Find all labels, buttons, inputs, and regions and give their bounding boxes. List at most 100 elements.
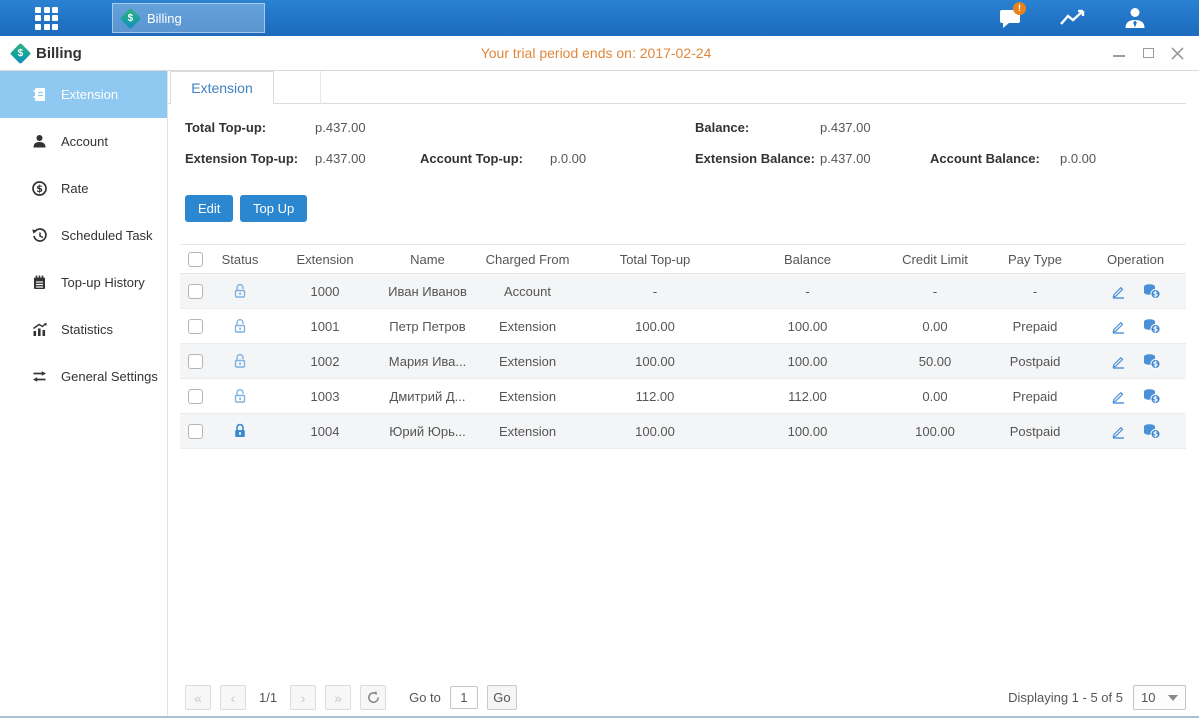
cell-name: Мария Ива... xyxy=(380,354,475,369)
sidebar: Extension Account $ Rate Scheduled Task … xyxy=(0,71,168,718)
clock-history-icon xyxy=(31,227,48,244)
user-account-icon[interactable] xyxy=(1119,5,1151,31)
last-page-button[interactable]: » xyxy=(325,685,351,710)
close-icon[interactable] xyxy=(1169,45,1185,61)
edit-row-icon[interactable] xyxy=(1110,388,1127,405)
table-row: 1002 Мария Ива... Extension 100.00 100.0… xyxy=(180,344,1186,379)
row-checkbox[interactable] xyxy=(188,319,203,334)
cell-credit-limit: - xyxy=(885,284,985,299)
top-bar: $ Billing ! xyxy=(0,0,1199,36)
cell-name: Дмитрий Д... xyxy=(380,389,475,404)
extension-balance-label: Extension Balance: xyxy=(695,151,815,166)
lock-open-icon[interactable] xyxy=(231,317,249,335)
cell-balance: - xyxy=(730,284,885,299)
cell-charged-from: Extension xyxy=(475,319,580,334)
first-page-button[interactable]: « xyxy=(185,685,211,710)
next-page-button[interactable]: › xyxy=(290,685,316,710)
window-controls xyxy=(1111,45,1185,61)
sidebar-item-extension[interactable]: Extension xyxy=(0,71,167,118)
lock-closed-icon[interactable] xyxy=(231,422,249,440)
next-page-icon: › xyxy=(301,690,306,706)
col-credit-limit: Credit Limit xyxy=(885,252,985,267)
person-icon xyxy=(31,133,48,150)
col-operation: Operation xyxy=(1085,252,1186,267)
edit-row-icon[interactable] xyxy=(1110,423,1127,440)
cell-extension: 1001 xyxy=(270,319,380,334)
lock-open-icon[interactable] xyxy=(231,282,249,300)
sidebar-item-topup-history[interactable]: Top-up History xyxy=(0,259,167,306)
app-grid-menu-icon[interactable] xyxy=(35,7,58,30)
trial-notice: Your trial period ends on: 2017-02-24 xyxy=(481,45,712,61)
taskbar-tab-billing[interactable]: $ Billing xyxy=(112,3,265,33)
window-title-text: Billing xyxy=(36,45,82,62)
cell-credit-limit: 0.00 xyxy=(885,389,985,404)
goto-page-input[interactable] xyxy=(450,686,478,709)
top-up-row-icon[interactable]: $ xyxy=(1142,387,1161,405)
edit-row-icon[interactable] xyxy=(1110,283,1127,300)
refresh-button[interactable] xyxy=(360,685,386,710)
messages-icon[interactable]: ! xyxy=(995,5,1027,31)
cell-name: Петр Петров xyxy=(380,319,475,334)
row-checkbox[interactable] xyxy=(188,354,203,369)
main-content: Extension Total Top-up: p.437.00 Balance… xyxy=(168,71,1199,718)
row-checkbox[interactable] xyxy=(188,424,203,439)
cell-pay-type: - xyxy=(985,284,1085,299)
col-name: Name xyxy=(380,252,475,267)
prev-page-icon: ‹ xyxy=(231,690,236,706)
billing-diamond-icon: $ xyxy=(120,7,141,28)
sidebar-item-label: Rate xyxy=(61,181,88,196)
page-size-value: 10 xyxy=(1141,690,1155,705)
cell-credit-limit: 0.00 xyxy=(885,319,985,334)
row-checkbox[interactable] xyxy=(188,284,203,299)
cell-pay-type: Prepaid xyxy=(985,319,1085,334)
dollar-circle-icon: $ xyxy=(31,180,48,197)
top-up-row-icon[interactable]: $ xyxy=(1142,282,1161,300)
col-total-topup: Total Top-up xyxy=(580,252,730,267)
ledger-icon xyxy=(31,86,48,103)
top-up-row-icon[interactable]: $ xyxy=(1142,352,1161,370)
sidebar-item-account[interactable]: Account xyxy=(0,118,167,165)
bar-chart-icon xyxy=(31,321,48,338)
lock-open-icon[interactable] xyxy=(231,352,249,370)
display-info: Displaying 1 - 5 of 5 10 xyxy=(1008,685,1186,710)
tab-extension-label: Extension xyxy=(191,80,252,96)
table-row: 1001 Петр Петров Extension 100.00 100.00… xyxy=(180,309,1186,344)
top-up-row-icon[interactable]: $ xyxy=(1142,422,1161,440)
billing-diamond-icon: $ xyxy=(10,42,31,63)
account-topup-value: p.0.00 xyxy=(550,151,586,166)
sidebar-item-rate[interactable]: $ Rate xyxy=(0,165,167,212)
go-button[interactable]: Go xyxy=(487,685,517,710)
col-charged-from: Charged From xyxy=(475,252,580,267)
select-all-checkbox[interactable] xyxy=(188,252,203,267)
lock-open-icon[interactable] xyxy=(231,387,249,405)
edit-row-icon[interactable] xyxy=(1110,318,1127,335)
cell-pay-type: Postpaid xyxy=(985,354,1085,369)
sidebar-item-label: Top-up History xyxy=(61,275,145,290)
cell-total-topup: - xyxy=(580,284,730,299)
goto-label: Go to xyxy=(409,690,441,705)
notification-badge: ! xyxy=(1013,2,1026,15)
minimize-icon[interactable] xyxy=(1111,45,1127,61)
sidebar-item-statistics[interactable]: Statistics xyxy=(0,306,167,353)
prev-page-button[interactable]: ‹ xyxy=(220,685,246,710)
page-size-select[interactable]: 10 xyxy=(1133,685,1186,710)
svg-text:$: $ xyxy=(1153,325,1158,334)
sidebar-item-scheduled-task[interactable]: Scheduled Task xyxy=(0,212,167,259)
edit-row-icon[interactable] xyxy=(1110,353,1127,370)
row-checkbox[interactable] xyxy=(188,389,203,404)
total-topup-value: p.437.00 xyxy=(315,120,366,135)
reports-chart-icon[interactable] xyxy=(1057,5,1089,31)
page-indicator: 1/1 xyxy=(259,690,277,705)
sidebar-item-general-settings[interactable]: General Settings xyxy=(0,353,167,400)
sidebar-item-label: General Settings xyxy=(61,369,158,384)
top-up-row-icon[interactable]: $ xyxy=(1142,317,1161,335)
cell-balance: 100.00 xyxy=(730,424,885,439)
top-up-button[interactable]: Top Up xyxy=(240,195,307,222)
tab-extension[interactable]: Extension xyxy=(170,71,274,104)
cell-balance: 100.00 xyxy=(730,354,885,369)
edit-button[interactable]: Edit xyxy=(185,195,233,222)
maximize-icon[interactable] xyxy=(1140,45,1156,61)
sidebar-item-label: Statistics xyxy=(61,322,113,337)
col-balance: Balance xyxy=(730,252,885,267)
table-header-row: Status Extension Name Charged From Total… xyxy=(180,244,1186,274)
